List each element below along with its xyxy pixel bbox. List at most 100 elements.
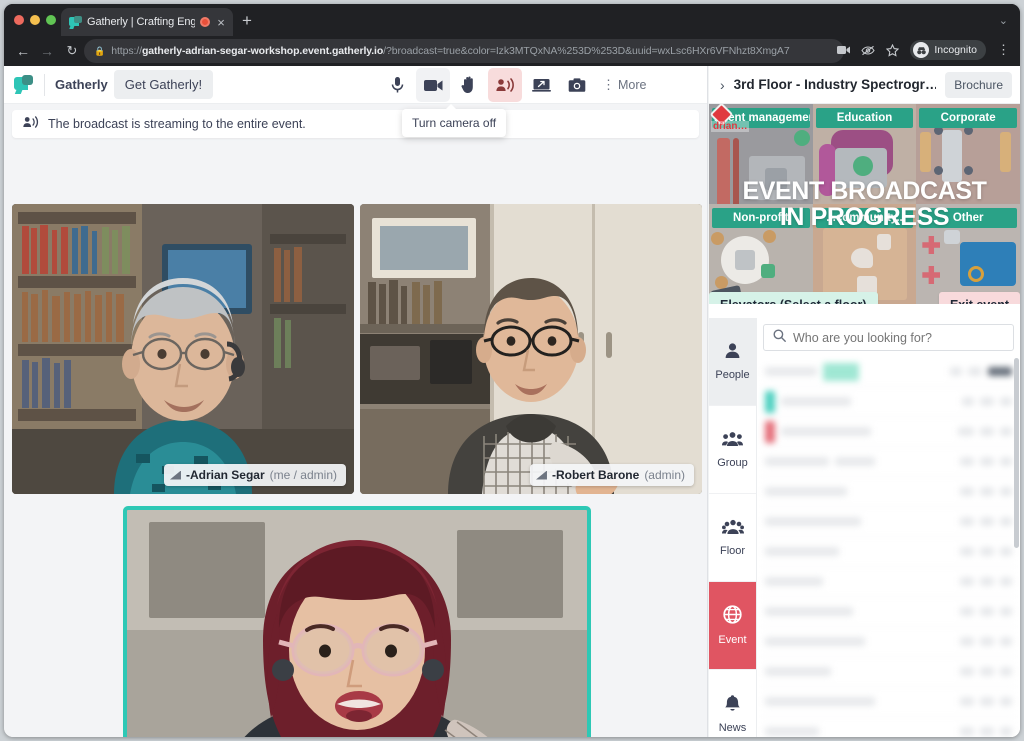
gatherly-logo-icon	[14, 75, 34, 94]
microphone-button[interactable]	[380, 68, 414, 102]
panel-nav-rail: People Group Floor Event News	[709, 318, 757, 737]
address-bar-url: https://gatherly-adrian-segar-workshop.e…	[111, 45, 790, 57]
video-tile-robert[interactable]: -Robert Barone (admin)	[360, 204, 702, 494]
list-scrollbar[interactable]	[1014, 358, 1019, 548]
room-grid: Event management Education Corporate Non…	[709, 104, 1020, 304]
more-dots-icon: ⋮	[602, 76, 615, 92]
maximize-window-button[interactable]	[46, 15, 56, 25]
forward-button[interactable]: →	[36, 40, 58, 62]
broadcast-banner-text: The broadcast is streaming to the entire…	[48, 117, 306, 131]
minimize-window-button[interactable]	[30, 15, 40, 25]
brand-group: Gatherly	[4, 73, 108, 96]
room-label: Other	[919, 208, 1017, 228]
screenshot-root: Gatherly | Crafting Engagin × + ⌄ ← → ↻ …	[0, 0, 1024, 741]
address-bar[interactable]: 🔒 https://gatherly-adrian-segar-workshop…	[84, 39, 844, 63]
room-tile[interactable]: Other	[916, 204, 1020, 304]
room-label: Education	[815, 108, 914, 128]
tab-title: Gatherly | Crafting Engagin	[87, 16, 195, 28]
sidebar-item-news[interactable]: News	[709, 670, 756, 737]
elevators-button[interactable]: Elevators (Select a floor)	[709, 292, 878, 304]
right-panel-header: › 3rd Floor - Industry Spectrogr… Brochu…	[709, 66, 1020, 104]
camera-button[interactable]	[416, 68, 450, 102]
list-item[interactable]	[763, 477, 1014, 507]
room-tile[interactable]: Non-profit	[709, 204, 813, 304]
profile-incognito-button[interactable]: Incognito	[910, 40, 986, 60]
browser-actions: Incognito ⋮	[837, 40, 1010, 60]
browser-window: Gatherly | Crafting Engagin × + ⌄ ← → ↻ …	[4, 4, 1020, 737]
room-tile[interactable]: Corporate	[916, 104, 1020, 204]
video-feed	[360, 204, 702, 494]
browser-menu-icon[interactable]: ⋮	[997, 43, 1010, 56]
video-feed	[12, 204, 354, 494]
signal-icon	[169, 470, 181, 480]
list-item[interactable]	[763, 687, 1014, 717]
floor-map[interactable]: Event management Education Corporate Non…	[709, 104, 1020, 304]
close-window-button[interactable]	[14, 15, 24, 25]
list-item[interactable]	[763, 537, 1014, 567]
people-list[interactable]	[763, 357, 1014, 737]
sidebar-item-people[interactable]: People	[709, 318, 756, 406]
nametag: -Robert Barone (admin)	[529, 464, 694, 486]
room-tile[interactable]: Education	[812, 104, 917, 204]
back-button[interactable]: ←	[12, 40, 34, 62]
person-icon	[724, 342, 741, 364]
more-label: More	[618, 78, 647, 92]
video-feed	[127, 510, 587, 737]
list-item[interactable]	[763, 567, 1014, 597]
room-label: Corporate	[919, 108, 1017, 128]
eye-slash-icon[interactable]	[861, 45, 876, 56]
room-label: ...community..	[815, 208, 914, 228]
stage-column: Gatherly Get Gatherly! ⋮ More The broadc…	[4, 66, 708, 737]
more-button[interactable]: ⋮ More	[602, 78, 646, 92]
participant-name: -Robert Barone	[551, 468, 640, 482]
search-input[interactable]	[793, 330, 1004, 345]
video-tile-adrian[interactable]: -Adrian Segar (me / admin)	[12, 204, 354, 494]
avatar-name: drian…	[711, 121, 750, 132]
bell-icon	[724, 694, 741, 717]
get-gatherly-button[interactable]: Get Gatherly!	[113, 70, 214, 99]
snapshot-button[interactable]	[560, 68, 594, 102]
profile-label: Incognito	[934, 44, 977, 56]
sidebar-item-floor[interactable]: Floor	[709, 494, 756, 582]
sidebar-label: Floor	[719, 544, 746, 557]
page-viewport: Gatherly Get Gatherly! ⋮ More The broadc…	[4, 66, 1020, 737]
sidebar-item-group[interactable]: Group	[709, 406, 756, 494]
exit-event-button[interactable]: Exit event	[938, 292, 1020, 304]
tab-close-icon[interactable]: ×	[215, 16, 227, 29]
list-item[interactable]	[763, 627, 1014, 657]
room-tile[interactable]: ...community..	[812, 204, 917, 304]
list-item[interactable]	[763, 717, 1014, 737]
raise-hand-button[interactable]	[452, 68, 486, 102]
browser-tabstrip: Gatherly | Crafting Engagin × + ⌄	[4, 4, 1020, 36]
list-item[interactable]	[763, 597, 1014, 627]
search-icon	[773, 329, 786, 347]
screen-share-button[interactable]	[524, 68, 558, 102]
globe-icon	[723, 605, 742, 629]
people-list-column	[757, 318, 1020, 737]
list-item[interactable]	[763, 417, 1014, 447]
signal-icon	[535, 470, 547, 480]
user-avatar-marker[interactable]: drian…	[709, 104, 750, 132]
collapse-panel-icon[interactable]: ›	[720, 77, 725, 93]
video-tile-liz[interactable]: ✋ liz	[123, 506, 591, 737]
list-item[interactable]	[763, 507, 1014, 537]
broadcast-button[interactable]	[488, 68, 522, 102]
broadcast-icon	[23, 115, 39, 133]
floor-icon	[721, 519, 744, 540]
list-item[interactable]	[763, 447, 1014, 477]
window-traffic-lights[interactable]	[14, 15, 56, 25]
reload-button[interactable]: ↻	[61, 40, 83, 62]
brochure-button[interactable]: Brochure	[945, 71, 1012, 98]
browser-tab[interactable]: Gatherly | Crafting Engagin ×	[61, 8, 233, 36]
sidebar-item-event[interactable]: Event	[709, 582, 756, 670]
search-box[interactable]	[763, 324, 1014, 351]
new-tab-button[interactable]: +	[242, 12, 252, 29]
camera-permission-icon[interactable]	[837, 45, 851, 55]
list-item[interactable]	[763, 657, 1014, 687]
gatherly-appbar: Gatherly Get Gatherly! ⋮ More	[4, 66, 707, 104]
list-item[interactable]	[763, 387, 1014, 417]
bookmark-star-icon[interactable]	[886, 43, 900, 57]
list-item[interactable]	[763, 357, 1014, 387]
sidebar-label: Event	[718, 634, 747, 646]
chevron-down-icon[interactable]: ⌄	[999, 14, 1008, 27]
